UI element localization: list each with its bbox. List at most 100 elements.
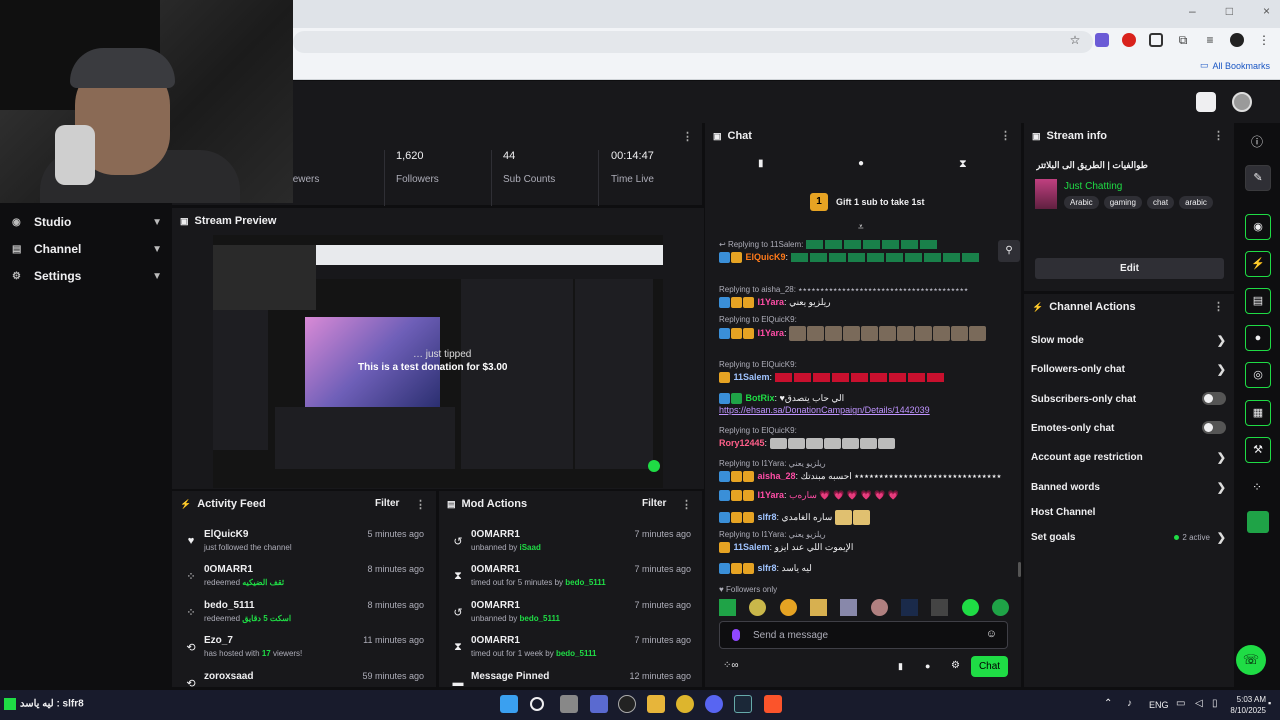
subscribers-only-toggle[interactable] [1202, 392, 1226, 405]
chat-username[interactable]: ElQuicK9 [746, 252, 786, 262]
emote[interactable] [809, 599, 827, 616]
notification-icon[interactable]: ▪ [1268, 698, 1271, 708]
info-icon[interactable]: ⓘ [1251, 133, 1263, 150]
profile-icon[interactable] [1230, 33, 1244, 47]
discord-icon[interactable] [705, 695, 723, 713]
gift-sub-banner[interactable]: 1 Gift 1 sub to take 1st [810, 192, 925, 212]
username[interactable]: 0OMARR1 [471, 564, 520, 575]
category-link[interactable]: Just Chatting [1064, 181, 1122, 192]
task-view-icon[interactable] [560, 695, 578, 713]
menu-icon[interactable]: ⋮ [1257, 33, 1271, 47]
username[interactable]: 0OMARR1 [471, 529, 520, 540]
emote[interactable] [870, 599, 888, 616]
chat-username[interactable]: BotRix [746, 393, 775, 403]
chat-username[interactable]: I1Yara [758, 490, 785, 500]
chat-bubble-icon[interactable]: ● [858, 158, 864, 169]
maximize-button[interactable]: □ [1226, 4, 1233, 18]
chat-scrollbar[interactable] [1018, 562, 1021, 577]
network-icon[interactable]: ▭ [1176, 698, 1185, 709]
chat-username[interactable]: slfr8 [758, 563, 777, 573]
username[interactable]: zoroxsaad [204, 671, 253, 682]
emote[interactable] [900, 599, 918, 616]
chat-username[interactable]: I1Yara [758, 297, 785, 307]
category-thumbnail[interactable] [1035, 179, 1057, 209]
emote[interactable] [749, 599, 767, 616]
emote[interactable] [779, 599, 797, 616]
chat-menu-button[interactable]: ⋮ [1000, 129, 1011, 142]
folder-icon[interactable] [647, 695, 665, 713]
help-icon[interactable]: ☏ [1236, 645, 1266, 675]
document-icon[interactable]: ▤ [1245, 288, 1271, 314]
username[interactable]: Ezo_7 [204, 635, 233, 646]
username[interactable]: 0OMARR1 [204, 564, 253, 575]
emotes-only-toggle[interactable] [1202, 421, 1226, 434]
stop-icon[interactable] [1122, 33, 1136, 47]
steam-icon[interactable] [734, 695, 752, 713]
edit-icon[interactable]: ✎ [1245, 165, 1271, 191]
chevron-up-icon[interactable]: ⌃ [1104, 698, 1112, 709]
nav-item-channel[interactable]: ▤ Channel ▼ [12, 239, 162, 259]
battery-icon[interactable]: ▯ [1212, 698, 1218, 709]
banned-words-option[interactable]: Banned words ❯ [1031, 482, 1226, 494]
chat-username[interactable]: I1Yara [758, 328, 785, 338]
list-icon[interactable]: ▦ [1245, 400, 1271, 426]
emote[interactable] [719, 599, 736, 616]
username[interactable]: 0OMARR1 [471, 635, 520, 646]
avatar[interactable] [1232, 92, 1252, 112]
minimize-button[interactable]: – [1189, 4, 1196, 18]
followers-only-option[interactable]: Followers-only chat ❯ [1031, 364, 1226, 376]
filter-button[interactable]: Filter [642, 498, 666, 509]
emoji-icon[interactable]: ☺ [986, 628, 997, 640]
brave-icon[interactable] [764, 695, 782, 713]
emote[interactable] [931, 599, 949, 616]
language-indicator[interactable]: ENG [1149, 700, 1169, 710]
send-chat-button[interactable]: Chat [971, 656, 1008, 677]
star-icon[interactable]: ☆ [1068, 33, 1082, 47]
broadcast-icon[interactable] [1196, 92, 1216, 112]
tag[interactable]: arabic [1179, 196, 1213, 209]
action-name[interactable]: Message Pinned [471, 671, 549, 682]
chat-username[interactable]: slfr8 [758, 512, 777, 522]
username[interactable]: bedo_5111 [204, 600, 255, 611]
windows-start-icon[interactable] [500, 695, 518, 713]
stream-info-menu-button[interactable]: ⋮ [1213, 129, 1224, 142]
wrench-icon[interactable]: ⚒ [1245, 437, 1271, 463]
filter-button[interactable]: Filter [375, 498, 399, 509]
chat-username[interactable]: 11Salem [734, 542, 770, 552]
extension-icon[interactable] [1247, 511, 1269, 533]
nav-item-settings[interactable]: ⚙ Settings ▼ [12, 266, 162, 286]
username[interactable]: ElQuicK9 [204, 529, 248, 540]
chat-input-box[interactable]: Send a message ☺ [719, 621, 1008, 649]
host-channel-option[interactable]: Host Channel [1031, 507, 1226, 518]
clock[interactable]: 5:03 AM 8/10/2025 [1228, 694, 1266, 716]
puzzle-icon[interactable]: ⧉ [1176, 33, 1190, 47]
stream-preview-video[interactable]: … just tipped This is a test donation fo… [213, 235, 663, 488]
chat-username[interactable]: 11Salem [734, 372, 770, 382]
obs-icon[interactable] [618, 695, 636, 713]
mic-icon[interactable]: ♪ [1127, 698, 1132, 709]
tag[interactable]: Arabic [1064, 196, 1099, 209]
mic-icon[interactable] [732, 629, 740, 641]
search-icon[interactable] [530, 697, 544, 711]
tag[interactable]: gaming [1103, 196, 1142, 209]
crop-icon[interactable] [1149, 33, 1163, 47]
emote[interactable] [961, 599, 979, 616]
volume-icon[interactable]: ◁ [1195, 698, 1203, 709]
trash-icon[interactable]: ▮ [758, 158, 764, 169]
nav-item-studio[interactable]: ◉ Studio ▼ [12, 212, 162, 232]
address-bar[interactable] [293, 31, 1093, 53]
donation-link[interactable]: https://ehsan.sa/DonationCampaign/Detail… [719, 404, 1009, 416]
edit-stream-info-button[interactable]: Edit [1035, 258, 1224, 279]
now-playing[interactable]: ليه ياسد : slfr8 [4, 698, 84, 710]
activity-menu-button[interactable]: ⋮ [415, 498, 426, 511]
gear-icon[interactable]: ⚙ [951, 660, 960, 671]
chrome-icon[interactable] [676, 695, 694, 713]
channel-actions-menu-button[interactable]: ⋮ [1213, 300, 1224, 313]
chat-username[interactable]: aisha_28 [758, 471, 796, 481]
chat-bubble-icon[interactable]: ● [1245, 325, 1271, 351]
set-goals-option[interactable]: Set goals 2 active ❯ [1031, 532, 1226, 544]
all-bookmarks-link[interactable]: ▭ All Bookmarks [1200, 60, 1270, 71]
broadcast-icon[interactable]: ◎ [1245, 362, 1271, 388]
points-icon[interactable]: ⁘ [1252, 480, 1262, 494]
slow-mode-option[interactable]: Slow mode ❯ [1031, 335, 1226, 347]
